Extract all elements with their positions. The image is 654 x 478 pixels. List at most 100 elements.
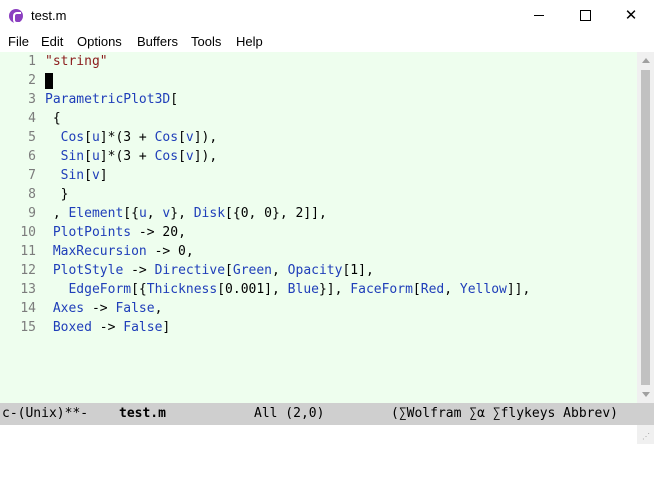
window-title: test.m — [31, 8, 67, 23]
code-punctuation — [45, 225, 53, 240]
code-symbol: v — [91, 168, 100, 183]
code-text: , Element[{u, v}, Disk[{0, 0}, 2]], — [45, 206, 327, 221]
code-punctuation: } — [45, 187, 69, 202]
menu-options[interactable]: Options — [77, 34, 122, 49]
code-punctuation: [1], — [342, 263, 374, 278]
code-symbol: Thickness — [146, 282, 218, 297]
scroll-thumb[interactable] — [641, 70, 650, 385]
grip-icon: ⋰ — [642, 432, 651, 441]
code-punctuation: [ — [84, 149, 92, 164]
code-symbol: Boxed — [52, 320, 92, 335]
code-punctuation: -> — [91, 320, 124, 335]
code-line[interactable]: 4 { — [0, 110, 637, 129]
arrow-up-icon — [641, 58, 650, 63]
close-button[interactable]: ✕ — [608, 0, 654, 31]
code-symbol: Element — [68, 206, 124, 221]
mode-line: c-(Unix)**- test.m All (2,0) (∑Wolfram ∑… — [0, 403, 654, 425]
code-punctuation: , — [272, 263, 288, 278]
code-text: MaxRecursion -> 0, — [45, 244, 194, 259]
code-line[interactable]: 14 Axes -> False, — [0, 300, 637, 319]
menu-file[interactable]: File — [8, 34, 29, 49]
code-symbol: PlotPoints — [52, 225, 132, 240]
resize-grip[interactable]: ⋰ — [637, 425, 654, 444]
menu-buffers[interactable]: Buffers — [137, 34, 178, 49]
line-number: 13 — [20, 282, 36, 297]
code-text: { — [45, 111, 61, 126]
code-symbol: Red — [420, 282, 445, 297]
code-punctuation: -> 20, — [131, 225, 186, 240]
vertical-scrollbar[interactable] — [637, 52, 654, 403]
code-line[interactable]: 7 Sin[v] — [0, 167, 637, 186]
code-text: Sin[u]*(3 + Cos[v]), — [45, 149, 218, 164]
code-text: Cos[u]*(3 + Cos[v]), — [45, 130, 218, 145]
code-punctuation — [45, 301, 53, 316]
code-symbol: EdgeForm — [68, 282, 132, 297]
code-punctuation: -> — [84, 301, 116, 316]
code-line[interactable]: 2 — [0, 72, 637, 91]
minimize-icon — [534, 15, 544, 16]
modeline-status: c-(Unix)**- — [2, 406, 89, 421]
code-punctuation: ] — [162, 320, 171, 335]
code-line[interactable]: 5 Cos[u]*(3 + Cos[v]), — [0, 129, 637, 148]
minibuffer[interactable] — [0, 425, 637, 444]
maximize-button[interactable] — [562, 0, 608, 31]
code-punctuation: -> 0, — [146, 244, 194, 259]
modeline-modes[interactable]: (∑Wolfram ∑α ∑flykeys Abbrev) — [391, 406, 618, 421]
emacs-icon — [9, 9, 23, 24]
code-line[interactable]: 8 } — [0, 186, 637, 205]
modeline-buffer-name[interactable]: test.m — [119, 406, 166, 421]
scroll-up-button[interactable] — [637, 52, 654, 69]
code-text: "string" — [45, 54, 108, 69]
code-text: Sin[v] — [45, 168, 108, 183]
code-punctuation: ]), — [193, 130, 218, 145]
code-punctuation: ]*(3 + — [99, 149, 155, 164]
menu-help[interactable]: Help — [236, 34, 263, 49]
code-symbol: Disk — [193, 206, 226, 221]
close-icon: ✕ — [624, 6, 638, 24]
code-punctuation: { — [45, 111, 61, 126]
code-line[interactable]: 10 PlotPoints -> 20, — [0, 224, 637, 243]
code-text: Axes -> False, — [45, 301, 163, 316]
line-number: 7 — [28, 168, 36, 183]
code-symbol: Cos — [154, 149, 179, 164]
code-punctuation: [ — [170, 92, 179, 107]
line-number: 8 — [28, 187, 36, 202]
code-symbol: False — [123, 320, 163, 335]
line-number: 1 — [28, 54, 36, 69]
code-punctuation — [45, 282, 68, 297]
code-symbol: v — [185, 149, 194, 164]
menu-edit[interactable]: Edit — [41, 34, 63, 49]
line-number: 2 — [28, 73, 36, 88]
code-punctuation: , — [45, 206, 69, 221]
line-number: 14 — [20, 301, 36, 316]
code-line[interactable]: 11 MaxRecursion -> 0, — [0, 243, 637, 262]
modeline-position: All (2,0) — [254, 406, 325, 421]
code-symbol: Cos — [154, 130, 179, 145]
code-punctuation: [{ — [123, 206, 139, 221]
code-text: ParametricPlot3D[ — [45, 92, 178, 107]
code-line[interactable]: 1 "string" — [0, 53, 637, 72]
code-symbol: PlotStyle — [52, 263, 124, 278]
code-line[interactable]: 13 EdgeForm[{Thickness[0.001], Blue}], F… — [0, 281, 637, 300]
code-symbol: MaxRecursion — [52, 244, 147, 259]
code-line[interactable]: 15 Boxed -> False] — [0, 319, 637, 338]
code-punctuation: [ — [84, 130, 92, 145]
code-line[interactable]: 3 ParametricPlot3D[ — [0, 91, 637, 110]
code-punctuation: , — [444, 282, 460, 297]
minimize-button[interactable] — [516, 0, 562, 31]
code-line[interactable]: 6 Sin[u]*(3 + Cos[v]), — [0, 148, 637, 167]
code-punctuation — [45, 244, 53, 259]
code-line[interactable]: 9 , Element[{u, v}, Disk[{0, 0}, 2]], — [0, 205, 637, 224]
code-text: PlotStyle -> Directive[Green, Opacity[1]… — [45, 263, 374, 278]
code-punctuation: , — [154, 301, 163, 316]
code-punctuation — [45, 168, 61, 183]
code-punctuation: ] — [99, 168, 108, 183]
code-symbol: Sin — [60, 149, 85, 164]
code-text: Boxed -> False] — [45, 320, 170, 335]
menu-tools[interactable]: Tools — [191, 34, 221, 49]
code-symbol: v — [185, 130, 194, 145]
code-line[interactable]: 12 PlotStyle -> Directive[Green, Opacity… — [0, 262, 637, 281]
editor-text-area[interactable]: 1 "string" 2 3 ParametricPlot3D[4 {5 Cos[u]*… — [0, 52, 637, 403]
scroll-down-button[interactable] — [637, 386, 654, 403]
code-symbol: ParametricPlot3D — [45, 92, 171, 107]
